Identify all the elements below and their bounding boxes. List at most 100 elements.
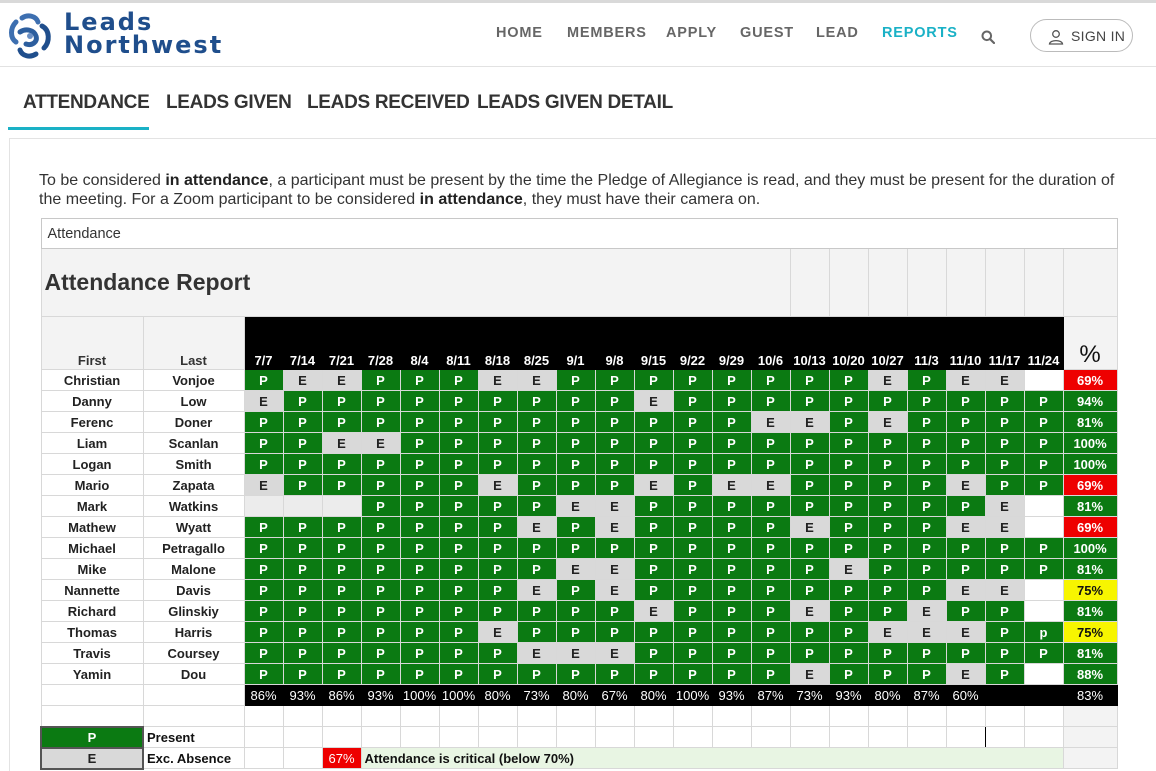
empty-cell: [40, 705, 144, 727]
nav-members[interactable]: MEMBERS: [567, 25, 647, 41]
date-total-percent: 87%: [750, 684, 791, 706]
attendance-mark: P: [828, 390, 869, 412]
nav-reports[interactable]: REPORTS: [882, 25, 958, 41]
nav-apply[interactable]: APPLY: [666, 25, 717, 41]
attendance-mark: P: [867, 579, 908, 601]
attendance-mark: P: [1023, 453, 1064, 475]
attendance-report-table: Attendance Attendance Report First Last 7/7 7…: [40, 218, 1118, 770]
brand-name: Leads Northwest: [64, 10, 224, 59]
sign-in-button[interactable]: SIGN IN: [1030, 19, 1133, 52]
attendance-mark: P: [321, 600, 362, 622]
attendance-mark: E: [516, 642, 557, 664]
attendance-mark: P: [399, 474, 440, 496]
attendance-mark: P: [945, 558, 986, 580]
intro-text-3: , they must have their camera on.: [522, 191, 761, 208]
attendance-mark: P: [594, 369, 635, 391]
attendance-mark: P: [750, 621, 791, 643]
attendance-mark: P: [438, 663, 479, 685]
attendance-mark: P: [399, 579, 440, 601]
attendance-mark: P: [438, 432, 479, 454]
attendance-percent: 81%: [1062, 411, 1118, 433]
attendance-mark: P: [555, 369, 596, 391]
attendance-mark: [282, 495, 323, 517]
date-total-percent: [984, 684, 1025, 706]
attendance-intro: To be considered in attendance, a partic…: [39, 171, 1119, 209]
empty-cell: [945, 726, 986, 748]
date-header: 10/13: [789, 316, 830, 370]
attendance-percent: 100%: [1062, 537, 1118, 559]
attendance-mark: p: [1023, 621, 1064, 643]
intro-bold-2: in attendance: [419, 191, 523, 208]
attendance-mark: P: [828, 621, 869, 643]
attendance-mark: P: [321, 642, 362, 664]
attendance-mark: P: [555, 432, 596, 454]
attendance-mark: P: [360, 642, 401, 664]
attendance-mark: P: [594, 621, 635, 643]
attendance-mark: P: [672, 600, 713, 622]
attendance-mark: P: [516, 558, 557, 580]
attendance-mark: P: [867, 390, 908, 412]
last-name: Harris: [142, 621, 245, 643]
attendance-mark: P: [711, 579, 752, 601]
attendance-mark: P: [360, 516, 401, 538]
attendance-mark: [243, 495, 284, 517]
first-name: Mario: [40, 474, 144, 496]
brand-line-2: Northwest: [64, 31, 224, 59]
attendance-mark: P: [594, 663, 635, 685]
overall-total-percent: 83%: [1062, 684, 1118, 706]
attendance-mark: P: [984, 432, 1025, 454]
attendance-mark: P: [906, 495, 947, 517]
date-header: 9/8: [594, 316, 635, 370]
attendance-mark: P: [750, 537, 791, 559]
nav-guest[interactable]: GUEST: [740, 25, 794, 41]
empty-cell: [360, 726, 401, 748]
first-name: Christian: [40, 369, 144, 391]
attendance-mark: P: [438, 537, 479, 559]
attendance-mark: P: [438, 516, 479, 538]
attendance-mark: P: [243, 663, 284, 685]
tab-leads-given[interactable]: LEADS GIVEN: [166, 92, 292, 114]
attendance-mark: E: [945, 474, 986, 496]
attendance-mark: P: [399, 495, 440, 517]
attendance-mark: P: [321, 579, 362, 601]
attendance-mark: P: [360, 621, 401, 643]
attendance-mark: P: [828, 663, 869, 685]
nav-home[interactable]: HOME: [496, 25, 543, 41]
attendance-mark: P: [243, 516, 284, 538]
attendance-mark: P: [945, 537, 986, 559]
tab-leads-received[interactable]: LEADS RECEIVED: [307, 92, 470, 114]
empty-cell: [1023, 726, 1064, 748]
attendance-mark: E: [594, 516, 635, 538]
tab-leads-given-detail[interactable]: LEADS GIVEN DETAIL: [477, 92, 673, 114]
date-total-percent: 67%: [594, 684, 635, 706]
tab-attendance[interactable]: ATTENDANCE: [23, 92, 150, 114]
attendance-mark: P: [1023, 537, 1064, 559]
search-icon[interactable]: [981, 30, 995, 44]
attendance-mark: E: [984, 369, 1025, 391]
attendance-mark: P: [789, 453, 830, 475]
attendance-mark: E: [633, 600, 674, 622]
attendance-mark: P: [243, 642, 284, 664]
attendance-mark: P: [399, 558, 440, 580]
empty-cell: [750, 705, 791, 727]
attendance-mark: P: [672, 495, 713, 517]
nav-lead[interactable]: LEAD: [816, 25, 859, 41]
attendance-mark: P: [633, 453, 674, 475]
attendance-mark: E: [516, 579, 557, 601]
attendance-mark: P: [477, 579, 518, 601]
date-total-percent: 80%: [633, 684, 674, 706]
attendance-mark: E: [594, 558, 635, 580]
site-logo[interactable]: Leads Northwest: [6, 10, 246, 63]
attendance-mark: [1023, 495, 1064, 517]
attendance-mark: P: [477, 642, 518, 664]
date-total-percent: 80%: [477, 684, 518, 706]
attendance-mark: P: [555, 390, 596, 412]
attendance-mark: P: [243, 411, 284, 433]
attendance-mark: P: [555, 600, 596, 622]
attendance-mark: P: [477, 558, 518, 580]
attendance-mark: P: [828, 579, 869, 601]
attendance-mark: P: [1023, 642, 1064, 664]
attendance-mark: P: [438, 621, 479, 643]
empty-cell: [711, 705, 752, 727]
empty-cell: [1023, 705, 1064, 727]
